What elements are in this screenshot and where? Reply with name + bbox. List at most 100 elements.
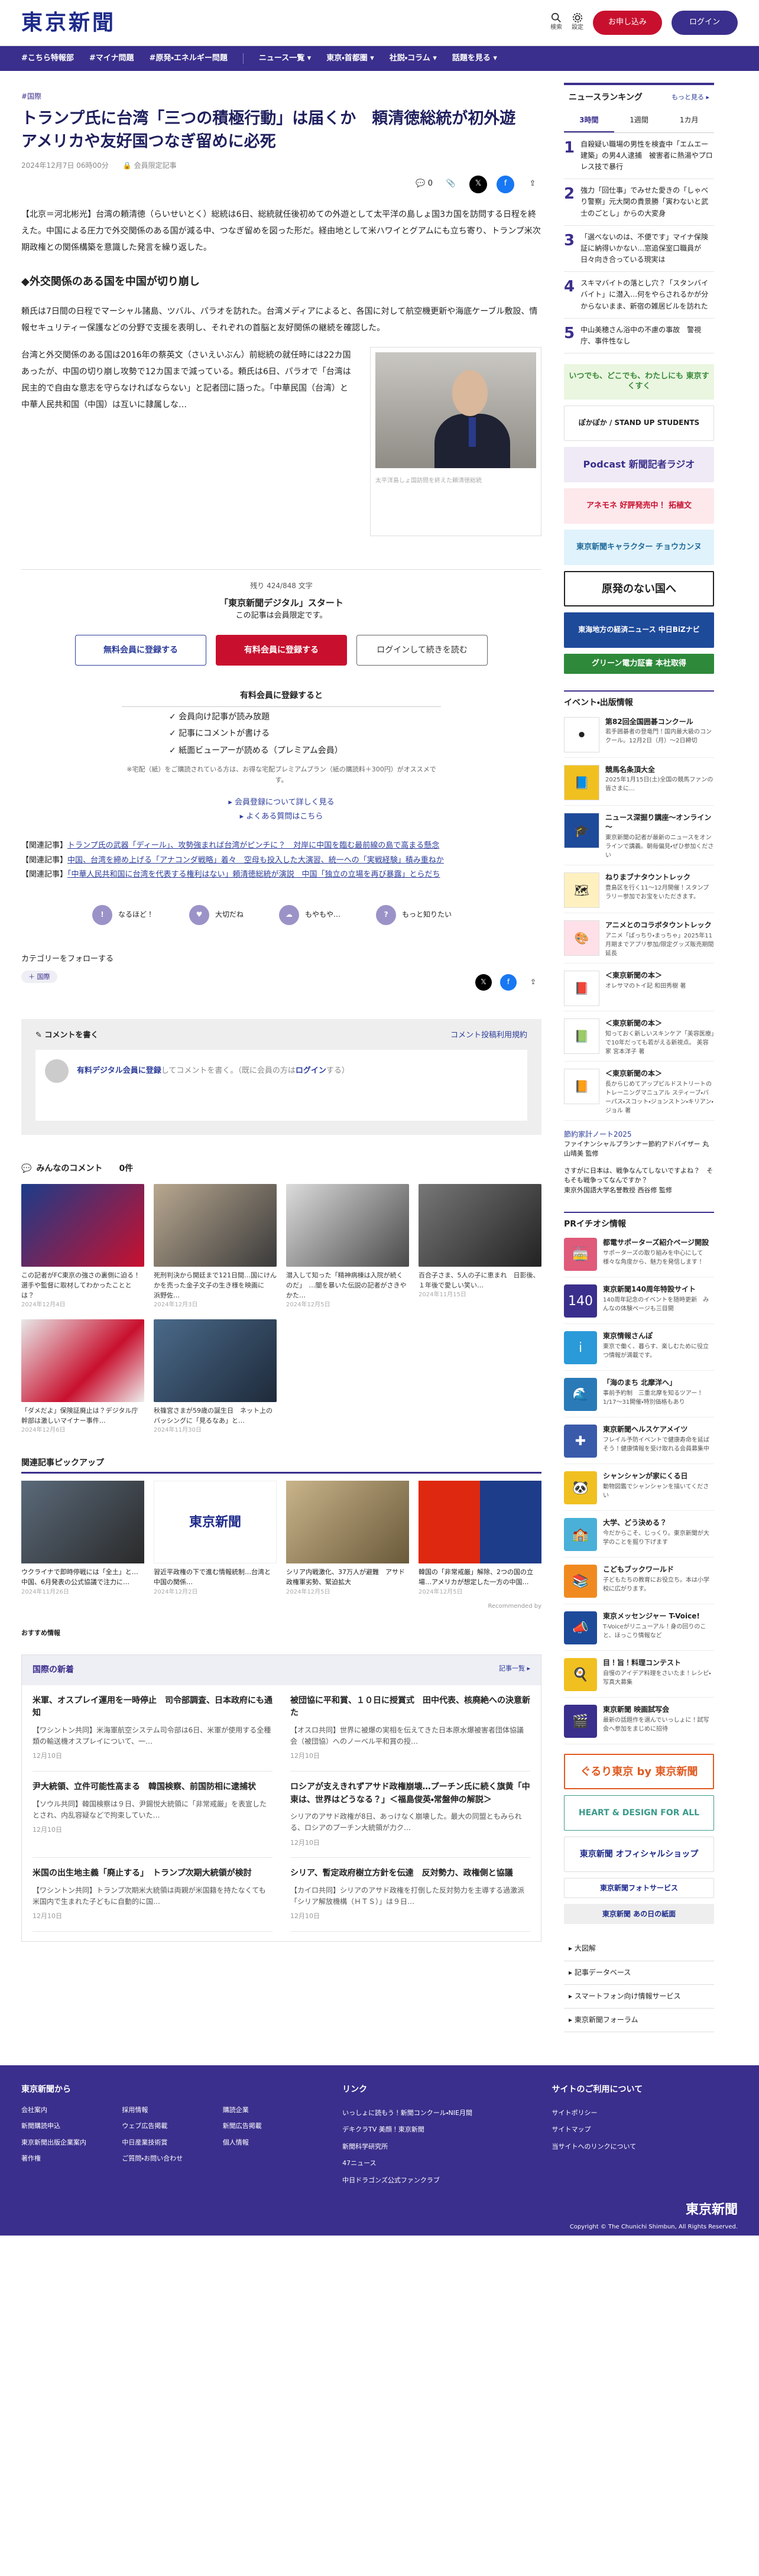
share-facebook-button[interactable]: f [500, 974, 517, 991]
banner-photo-service[interactable]: 東京新聞フォトサービス [564, 1878, 714, 1899]
list-item[interactable]: 被団協に平和賞、１０日に授賞式 田中代表、核廃絶への決意新た 【オスロ共同】世界に… [290, 1685, 530, 1772]
nav-item[interactable]: #こちら特報部 [21, 53, 74, 65]
list-item[interactable]: 尹大統領、立件可能性高まる 韓国検察、前国防相に逮捕状 【ソウル共同】韓国検察は９… [33, 1772, 273, 1858]
ranking-item[interactable]: 1 自殺疑い職場の男性を検査中「エムエー建築」の男4人逮捕 被害者に熱湯やプロレス… [564, 133, 714, 180]
banner-stand-up[interactable]: ぽかぽか / STAND UP STUDENTS [564, 405, 714, 442]
follow-international-chip[interactable]: ＋ 国際 [21, 970, 57, 984]
pr-item[interactable]: 140 東京新聞140周年特設サイト 140周年記念のイベントを随時更新 みんなの体… [564, 1284, 714, 1325]
reaction-moyamoya-button[interactable]: ☁ もやもや… [279, 905, 340, 926]
list-item[interactable]: 米国の出生地主義「廃止する」 トランプ次期大統領が検討 【ワシントン共同】トランプ… [33, 1858, 273, 1932]
recommended-by[interactable]: Recommended by [21, 1602, 541, 1611]
footer-link[interactable]: サイトマップ [552, 2121, 738, 2139]
subscribe-button[interactable]: お申し込み [592, 11, 662, 35]
list-item[interactable]: 秋篠宮さまが59歳の誕生日 ネット上のバッシングに「見るなあ」と… 2024年11… [154, 1319, 277, 1435]
footer-link[interactable]: 中日産業技術賞 [122, 2137, 218, 2148]
share-button[interactable]: ⇪ [525, 974, 541, 991]
banner-genpatsu[interactable]: 原発のない国へ [564, 571, 714, 607]
banner-anohi[interactable]: 東京新聞 あの日の紙面 [564, 1904, 714, 1925]
list-item[interactable]: この記者がFC東京の強さの裏側に迫る！選手や監督に取材してわかったこととは？ 20… [21, 1183, 144, 1310]
list-item[interactable]: 東京新聞 習近平政権の下で進む情報統制…台湾と中国の関係… 2024年12月2日 [154, 1481, 277, 1597]
nav-item[interactable]: 社説・コラム ▾ [390, 53, 437, 65]
footer-link[interactable]: 当サイトへのリンクについて [552, 2139, 738, 2156]
footer-link[interactable]: 会社案内 [21, 2105, 117, 2116]
sidebar-link[interactable]: ▸ 記事データベース [564, 1961, 714, 1985]
pr-item[interactable]: 🍳 目！旨！料理コンテスト 自慢のアイデア料理をさいたま！レシピ・写真大募集 [564, 1658, 714, 1698]
settings-button[interactable]: 設定 [572, 12, 583, 33]
banner-gururi[interactable]: ぐるり東京 by 東京新聞 [564, 1754, 714, 1790]
ranking-more-link[interactable]: もっと見る ▸ [672, 92, 709, 103]
footer-link[interactable]: 新聞購読申込 [21, 2121, 117, 2131]
footer-link[interactable]: ご質問・お問い合わせ [122, 2153, 218, 2164]
sidebar-link[interactable]: ▸ 大図解 [564, 1937, 714, 1961]
event-item[interactable]: 🎓 ニュース深掘り講座～オンライン～ 東京新聞の記者が最新のニュースをオンラインで講… [564, 812, 714, 866]
comment-input[interactable]: 有料デジタル会員に登録してコメントを書く。（既に会員の方はログインする） [35, 1050, 527, 1121]
banner-official-shop[interactable]: 東京新聞 オフィシャルショップ [564, 1837, 714, 1873]
tab-3hours[interactable]: 3時間 [564, 110, 614, 132]
footer-link[interactable]: 47ニュース [342, 2155, 528, 2172]
banner-heart-design[interactable]: HEART & DESIGN FOR ALL [564, 1795, 714, 1831]
ranking-item[interactable]: 3 「選べないのは、不便です」マイナ保険証に納得いかない…窓追保室口職員が日々向き… [564, 226, 714, 272]
ranking-item[interactable]: 5 中山美穂さん浴中の不慮の事故 警視庁、事件性なし [564, 319, 714, 354]
event-item[interactable]: 📙 ＜東京新聞の本＞ 長からじめてアップビルドストリートのトレーニングマニュアル ス… [564, 1068, 714, 1121]
world-more-link[interactable]: 記事一覧 ▸ [499, 1663, 530, 1676]
event-item[interactable]: 📕 ＜東京新聞の本＞ オレサマのトイ記 和田秀樹 著 [564, 970, 714, 1011]
share-x-button[interactable]: 𝕏 [475, 974, 492, 991]
share-facebook-button[interactable]: f [497, 175, 514, 193]
pr-item[interactable]: 🌊 「海のまち 北摩洋へ」 事前予約制 三重北摩を知るツアー！1/17～31開催・特… [564, 1378, 714, 1418]
related-link[interactable]: 「中華人民共和国に台湾を代表する権利はない」頼清徳総統が演説 中国「独立の立場を… [67, 870, 440, 879]
footer-link[interactable]: 中日ドラゴンズ公式ファンクラブ [342, 2172, 528, 2189]
banner-sukusuku[interactable]: いつでも、どこでも、わたしにも 東京すくすく [564, 364, 714, 400]
event-item[interactable]: ⚫ 第82回全国囲碁コンクール 若手囲碁者の登竜門！国内最大級のコンクール。12月2… [564, 716, 714, 758]
list-item[interactable]: 死刑判決から開廷まで121日間…国にけんかを売った金子文子の生き様を映画に 浜野… [154, 1183, 277, 1310]
category-tag[interactable]: #国際 [21, 91, 541, 102]
related-link[interactable]: トランプ氏の武器「ディール」、攻勢強まれば台湾がピンチに？ 対岸に中国を臨む最前… [67, 841, 439, 850]
banner-chokanu[interactable]: 東京新聞キャラクター チョウカンヌ [564, 530, 714, 566]
list-item[interactable]: 韓国の「非常戒厳」解除、2つの国の立場…アメリカが想定した一方の中国… 2024年… [419, 1481, 541, 1597]
login-button[interactable]: ログイン [671, 11, 738, 35]
list-item[interactable]: シリア内戦激化、37万人が避難 アサド政権軍劣勢、緊迫拡大 2024年12月5日 [286, 1481, 409, 1597]
list-item[interactable]: 米軍、オスプレイ運用を一時停止 司令部調査、日本政府にも通知 【ワシントン共同】米… [33, 1685, 273, 1772]
related-link[interactable]: 中国、台湾を締め上げる「アナコンダ戦略」着々 空母も投入した大演習、統一への「実… [67, 856, 444, 865]
clip-button[interactable]: 📎 [442, 176, 460, 193]
budget-book-link[interactable]: 節約家計ノート2025 [564, 1130, 632, 1138]
site-logo[interactable]: 東京新聞 [21, 6, 116, 40]
ranking-item[interactable]: 2 強力「回仕事」でみせた愛きの「しゃべり警察」元大関の貴景勝「寅わないと武士のご… [564, 179, 714, 226]
event-item[interactable]: 🗺 ねりまブナタウントレック 豊島区を行く11～12月開催！スタンプラリー参加でお宝… [564, 872, 714, 914]
list-item[interactable]: 「ダメだよ」保険証廃止は？デジタル庁幹部は激しいマイナー事件… 2024年12月6… [21, 1319, 144, 1435]
pr-item[interactable]: 🚋 都電サポーターズ紹介ページ開設 サポーターズの取り組みを中心にして様々な角度から… [564, 1238, 714, 1278]
pr-item[interactable]: ✚ 東京新聞ヘルスケアメイツ フレイル予防イベントで健康寿命を延ばそう！健康情報を受… [564, 1425, 714, 1465]
banner-green-power[interactable]: グリーン電力証書 本社取得 [564, 654, 714, 674]
footer-link[interactable]: サイトポリシー [552, 2105, 738, 2122]
footer-link[interactable]: ウェブ広告掲載 [122, 2121, 218, 2131]
event-item[interactable]: 📗 ＜東京新聞の本＞ 知っておく新しいスキンケア「美容医療」で10年だっても若がえる… [564, 1018, 714, 1062]
nav-item[interactable]: #原発・エネルギー問題 [150, 53, 228, 65]
nav-item[interactable]: ニュース一覧 ▾ [259, 53, 311, 65]
reaction-taisetsu-button[interactable]: ♥ 大切だね [189, 905, 244, 926]
banner-anemone[interactable]: アネモネ 好評発売中！ 拓植文 [564, 488, 714, 524]
reaction-naruhodo-button[interactable]: ! なるほど！ [92, 905, 154, 926]
footer-link[interactable]: 新聞広告掲載 [223, 2121, 319, 2131]
comment-rules-link[interactable]: コメント投稿利用規約 [450, 1030, 527, 1042]
event-item[interactable]: 🎨 アニメとのコラボタウントレック アニメ「ぱっちり・まっちゃ」2025年11月期ま… [564, 920, 714, 963]
nav-item[interactable]: 話題を見る ▾ [452, 53, 497, 65]
list-item[interactable]: 潜入して知った「精神病棟は入院が続くのだ」 …闇を暴いた伝説の記者がさきやかた…… [286, 1183, 409, 1310]
tab-1week[interactable]: 1週間 [614, 110, 664, 132]
footer-link[interactable]: 採用情報 [122, 2105, 218, 2116]
footer-link[interactable]: いっしょに読もう！新聞コンクール・NIE月間 [342, 2105, 528, 2122]
search-button[interactable]: 検索 [550, 12, 562, 33]
article-photo[interactable]: 太平洋島しょ国訪問を終えた頼清徳総統 [370, 347, 541, 537]
login-to-read-button[interactable]: ログインして続きを読む [356, 635, 488, 666]
share-button[interactable]: ⇪ [524, 176, 541, 193]
list-item[interactable]: シリア、暫定政府樹立方針を伝達 反対勢力、政権側と協議 【カイロ共同】シリアのアサ… [290, 1858, 530, 1932]
register-paid-link[interactable]: 有料デジタル会員に登録 [77, 1066, 161, 1075]
pr-item[interactable]: 📚 こどもブックワールド 子どもたちの教育にお役立ち。本は小学校に広がります。 [564, 1565, 714, 1605]
tab-1month[interactable]: 1カ月 [664, 110, 714, 132]
sidebar-link[interactable]: ▸ スマートフォン向け情報サービス [564, 1985, 714, 2009]
footer-link[interactable]: 東京新聞出版企業案内 [21, 2137, 117, 2148]
pr-item[interactable]: 🏫 大学、どう決める？ 今だからこそ、じっくり。東京新聞が大学のことを掘り下げます [564, 1518, 714, 1558]
footer-link[interactable]: 購読企業 [223, 2105, 319, 2116]
reaction-motto-button[interactable]: ? もっと知りたい [376, 905, 452, 926]
share-x-button[interactable]: 𝕏 [469, 175, 487, 193]
paid-register-button[interactable]: 有料会員に登録する [216, 635, 347, 666]
free-register-button[interactable]: 無料会員に登録する [75, 635, 206, 666]
